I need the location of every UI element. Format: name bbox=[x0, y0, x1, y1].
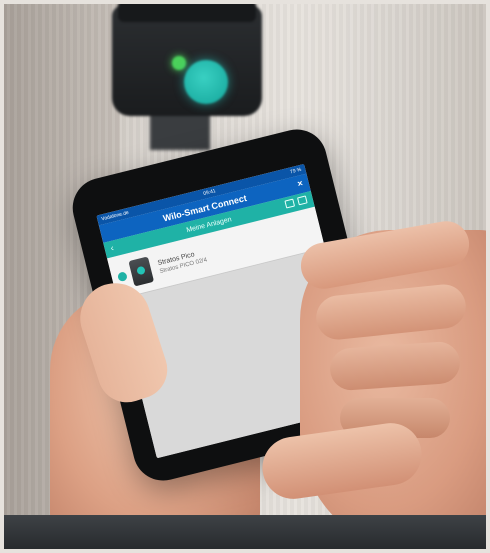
photo-scene: Vodafone.de 09:41 79 % Wilo-Smart Connec… bbox=[0, 0, 490, 553]
pump-pipe bbox=[150, 110, 210, 150]
grid-view-icon[interactable] bbox=[297, 195, 308, 206]
pump-status-light-icon bbox=[172, 56, 186, 70]
list-view-icon[interactable] bbox=[284, 198, 296, 209]
pump-control-knob-icon bbox=[184, 60, 228, 104]
header-actions bbox=[284, 195, 308, 209]
device-status-icon bbox=[116, 270, 128, 282]
pump-cap bbox=[118, 0, 256, 22]
back-icon[interactable]: ‹ bbox=[109, 243, 114, 253]
close-icon[interactable]: × bbox=[296, 178, 304, 189]
device-text: Stratos Pico Stratos PICO 02/4 bbox=[157, 248, 208, 275]
sleeve bbox=[0, 515, 490, 553]
pump-thumbnail-icon bbox=[128, 256, 155, 287]
pump-device bbox=[112, 6, 262, 116]
